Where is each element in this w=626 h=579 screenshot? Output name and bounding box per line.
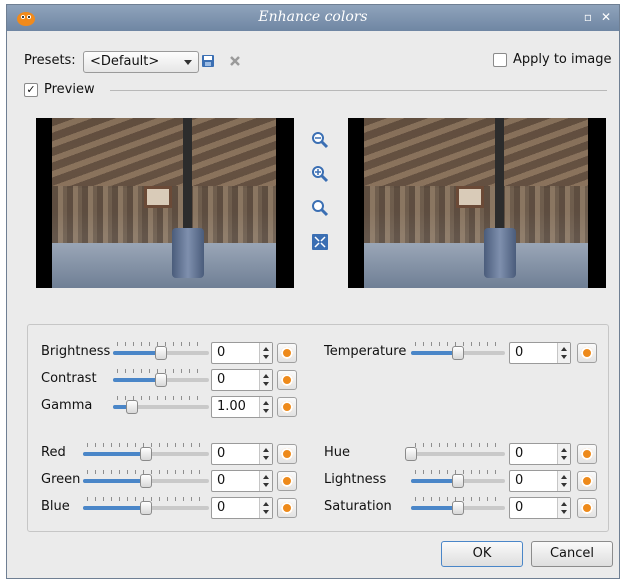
preview-before[interactable]: [36, 118, 294, 288]
zoom-out-icon[interactable]: [311, 131, 329, 149]
green-slider[interactable]: [83, 470, 209, 488]
saturation-slider[interactable]: [411, 497, 505, 515]
chevron-down-icon: [184, 60, 192, 65]
ok-button[interactable]: OK: [441, 541, 523, 567]
lightness-slider[interactable]: [411, 470, 505, 488]
green-label: Green: [41, 472, 81, 487]
apply-to-image-checkbox[interactable]: [493, 53, 507, 67]
red-slider[interactable]: [83, 443, 209, 461]
red-spinbox[interactable]: 0: [211, 443, 273, 465]
red-reset-icon[interactable]: [277, 444, 297, 464]
hue-reset-icon[interactable]: [577, 444, 597, 464]
brightness-label: Brightness: [41, 344, 111, 359]
preview-label: Preview: [44, 82, 95, 97]
preview-after[interactable]: [348, 118, 606, 288]
blue-label: Blue: [41, 499, 70, 514]
zoom-fit-icon[interactable]: [311, 199, 329, 217]
gamma-label: Gamma: [41, 398, 93, 413]
gamma-slider[interactable]: [113, 396, 209, 414]
hue-spinbox[interactable]: 0: [509, 443, 571, 465]
close-icon[interactable]: ✕: [599, 10, 613, 24]
hue-label: Hue: [324, 445, 351, 460]
hue-slider[interactable]: [405, 443, 505, 461]
preview-before-image: [52, 118, 276, 288]
delete-icon[interactable]: [228, 54, 242, 68]
fullscreen-icon[interactable]: [311, 233, 329, 251]
temperature-label: Temperature: [324, 344, 407, 359]
gamma-reset-icon[interactable]: [277, 397, 297, 417]
green-reset-icon[interactable]: [277, 471, 297, 491]
green-spinbox[interactable]: 0: [211, 470, 273, 492]
presets-label: Presets:: [24, 53, 76, 68]
presets-selected: <Default>: [90, 54, 160, 69]
contrast-slider[interactable]: [113, 369, 209, 387]
floppy-disk-icon[interactable]: [201, 54, 215, 68]
lightness-reset-icon[interactable]: [577, 471, 597, 491]
contrast-spinbox[interactable]: 0: [211, 369, 273, 391]
blue-spinbox[interactable]: 0: [211, 497, 273, 519]
cancel-button[interactable]: Cancel: [531, 541, 613, 567]
gamma-spinbox[interactable]: 1.00: [211, 396, 273, 418]
lightness-label: Lightness: [324, 472, 387, 487]
presets-combo[interactable]: <Default>: [83, 51, 199, 73]
blue-reset-icon[interactable]: [277, 498, 297, 518]
preview-checkbox[interactable]: ✓: [24, 83, 38, 97]
temperature-reset-icon[interactable]: [577, 343, 597, 363]
brightness-slider[interactable]: [113, 342, 209, 360]
red-label: Red: [41, 445, 66, 460]
zoom-in-icon[interactable]: [311, 165, 329, 183]
saturation-spinbox[interactable]: 0: [509, 497, 571, 519]
preview-after-image: [364, 118, 588, 288]
saturation-reset-icon[interactable]: [577, 498, 597, 518]
apply-to-image-label: Apply to image: [513, 52, 612, 67]
contrast-label: Contrast: [41, 371, 97, 386]
title-bar[interactable]: Enhance colors ▫ ✕: [7, 5, 619, 31]
brightness-spinbox[interactable]: 0: [211, 342, 273, 364]
temperature-slider[interactable]: [411, 342, 505, 360]
contrast-reset-icon[interactable]: [277, 370, 297, 390]
lightness-spinbox[interactable]: 0: [509, 470, 571, 492]
enhance-colors-dialog: Enhance colors ▫ ✕ Presets: <Default> Ap…: [6, 4, 620, 579]
brightness-reset-icon[interactable]: [277, 343, 297, 363]
window-title: Enhance colors: [258, 9, 368, 25]
saturation-label: Saturation: [324, 499, 392, 514]
temperature-spinbox[interactable]: 0: [509, 342, 571, 364]
maximize-icon[interactable]: ▫: [581, 10, 595, 24]
blue-slider[interactable]: [83, 497, 209, 515]
preview-separator: [110, 90, 607, 91]
